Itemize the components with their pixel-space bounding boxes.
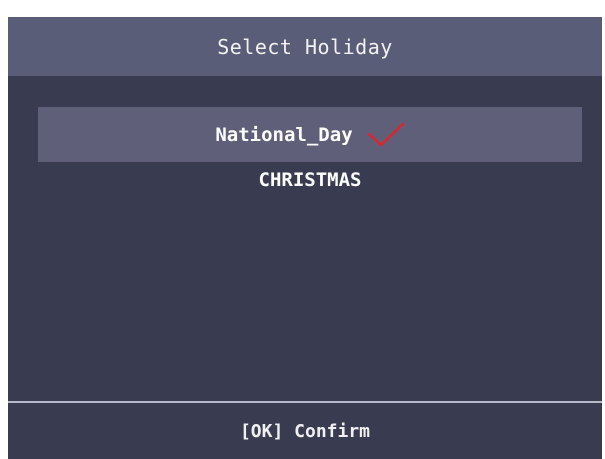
page-title: Select Holiday bbox=[217, 34, 393, 59]
footer-bar: [OK] Confirm bbox=[8, 403, 602, 459]
confirm-hint: [OK] Confirm bbox=[239, 420, 371, 442]
holiday-selection-screen: Select Holiday National_Day CHRISTMAS [O… bbox=[8, 17, 602, 459]
holiday-item-label: National_Day bbox=[215, 123, 353, 146]
holiday-item-label: CHRISTMAS bbox=[258, 169, 362, 191]
screen-header: Select Holiday bbox=[8, 17, 602, 76]
checkmark-icon bbox=[367, 122, 405, 148]
holiday-list: National_Day CHRISTMAS bbox=[8, 107, 602, 206]
holiday-item-christmas[interactable]: CHRISTMAS bbox=[38, 154, 582, 206]
